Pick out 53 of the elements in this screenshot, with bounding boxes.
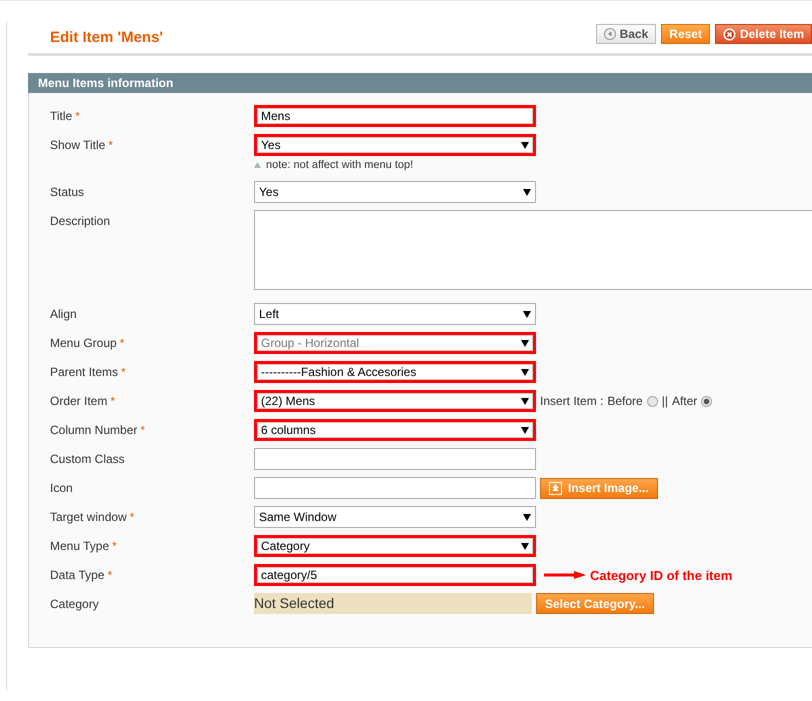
caret-icon <box>521 426 529 434</box>
field-label: Align <box>50 306 78 321</box>
caret-icon <box>523 514 531 520</box>
caret-icon <box>523 188 531 196</box>
field-label: Parent Items * <box>50 364 127 379</box>
close-icon <box>722 28 736 40</box>
field-label: Column Number * <box>50 422 146 437</box>
select-field[interactable]: ----------Fashion & Accesories <box>254 361 536 383</box>
caret-icon <box>521 340 529 346</box>
category-value: Not Selected <box>254 593 532 614</box>
select-field[interactable]: 6 columns <box>254 419 536 441</box>
select-field[interactable]: Category <box>254 535 536 557</box>
field-label: Description <box>50 213 112 228</box>
field-label: Data Type * <box>50 567 114 582</box>
caret-icon <box>521 368 529 376</box>
caret-icon <box>521 542 529 550</box>
field-label: Icon <box>50 480 74 495</box>
field-label: Title * <box>50 108 81 123</box>
insert-item-label: Insert Item : <box>540 394 604 408</box>
select-field[interactable]: Yes <box>254 181 536 203</box>
select-field[interactable]: Left <box>254 303 536 325</box>
image-icon <box>549 482 562 494</box>
page-title: Edit Item 'Mens' <box>50 28 163 46</box>
radio-label: After <box>672 394 698 408</box>
field-label: Menu Type * <box>50 538 118 553</box>
field-label: Category <box>50 596 100 611</box>
select-field[interactable]: (22) Mens <box>254 390 536 412</box>
triangle-icon <box>254 162 261 168</box>
caret-icon <box>523 310 531 318</box>
field-label: Status <box>50 184 86 199</box>
field-label: Order Item * <box>50 393 116 408</box>
caret-icon <box>521 142 529 148</box>
select-field[interactable]: Yes <box>254 134 536 156</box>
radio-button[interactable] <box>701 396 712 406</box>
radio-button[interactable] <box>646 396 658 406</box>
annotation-text: Category ID of the item <box>590 568 732 582</box>
select-field[interactable]: Same Window <box>254 506 536 528</box>
field-note: note: not affect with menu top! <box>254 159 414 171</box>
textarea-field[interactable] <box>254 210 812 290</box>
text-field[interactable] <box>254 448 536 470</box>
field-label: Target window * <box>50 509 136 524</box>
separator-text: || <box>662 394 668 408</box>
field-label: Menu Group * <box>50 335 126 350</box>
text-field[interactable] <box>254 477 536 499</box>
radio-label: Before <box>607 394 643 408</box>
caret-icon <box>521 398 529 404</box>
field-label: Show Title * <box>50 137 114 152</box>
arrow-icon <box>544 571 586 579</box>
section-header: Menu Items information <box>28 73 812 93</box>
text-field[interactable]: category/5 <box>254 564 536 586</box>
back-button[interactable]: Back <box>596 24 656 44</box>
text-field[interactable]: Mens <box>254 105 536 127</box>
field-label: Custom Class <box>50 451 126 466</box>
